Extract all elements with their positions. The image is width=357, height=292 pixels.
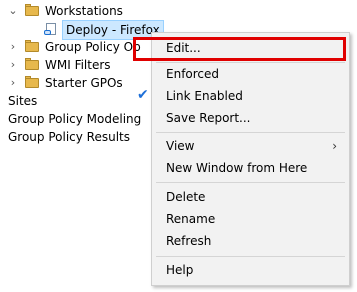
menu-item-label: Save Report... [166, 111, 251, 125]
menu-item-enforced[interactable]: Enforced [152, 63, 349, 85]
menu-item-label: Enforced [166, 67, 220, 81]
tree-item-label: Deploy - Firefox [62, 20, 164, 40]
menu-item-help[interactable]: Help [152, 259, 349, 281]
menu-separator [156, 256, 345, 257]
menu-separator [156, 132, 345, 133]
checkmark-icon: ✔ [137, 87, 149, 103]
chevron-right-icon[interactable]: › [8, 38, 18, 56]
menu-item-label: Refresh [166, 234, 212, 248]
tree-item-label: Starter GPOs [45, 76, 123, 90]
menu-separator [156, 182, 345, 183]
tree-item-group-policy-results[interactable]: Group Policy Results [8, 128, 130, 146]
gpo-link-icon [44, 23, 58, 35]
tree-item-group-policy-modeling[interactable]: Group Policy Modeling [8, 110, 141, 128]
context-menu: Edit... Enforced Link Enabled Save Repor… [151, 32, 350, 286]
menu-item-label: Rename [166, 212, 216, 226]
menu-item-rename[interactable]: Rename [152, 208, 349, 230]
tree-item-label: Group Policy Ob [45, 40, 141, 54]
menu-item-label: New Window from Here [166, 161, 308, 175]
menu-item-delete[interactable]: Delete [152, 186, 349, 208]
menu-item-link-enabled[interactable]: Link Enabled [152, 85, 349, 107]
folder-icon [25, 58, 39, 70]
tree-item-label: Workstations [45, 4, 123, 18]
tree-item-label: Group Policy Modeling [8, 112, 142, 126]
menu-item-edit[interactable]: Edit... [152, 37, 349, 59]
menu-item-view[interactable]: View › [152, 135, 349, 157]
chevron-right-icon[interactable]: › [8, 56, 18, 74]
tree-item-sites[interactable]: Sites [8, 92, 37, 110]
folder-icon [25, 76, 39, 88]
tree-item-label: WMI Filters [45, 58, 111, 72]
menu-item-label: Link Enabled [166, 89, 243, 103]
folder-icon [25, 40, 39, 52]
menu-item-label: View [166, 139, 195, 153]
menu-item-refresh[interactable]: Refresh [152, 230, 349, 252]
menu-item-save-report[interactable]: Save Report... [152, 107, 349, 129]
tree-item-label: Group Policy Results [8, 130, 131, 144]
chevron-down-icon[interactable]: ⌄ [8, 2, 18, 20]
menu-item-label: Help [166, 263, 194, 277]
chevron-right-icon[interactable]: › [8, 74, 18, 92]
menu-item-new-window[interactable]: New Window from Here [152, 157, 349, 179]
chevron-right-icon: › [332, 139, 337, 153]
folder-icon [25, 4, 39, 16]
menu-item-label: Edit... [166, 41, 201, 55]
tree-item-label: Sites [8, 94, 38, 108]
menu-item-label: Delete [166, 190, 206, 204]
